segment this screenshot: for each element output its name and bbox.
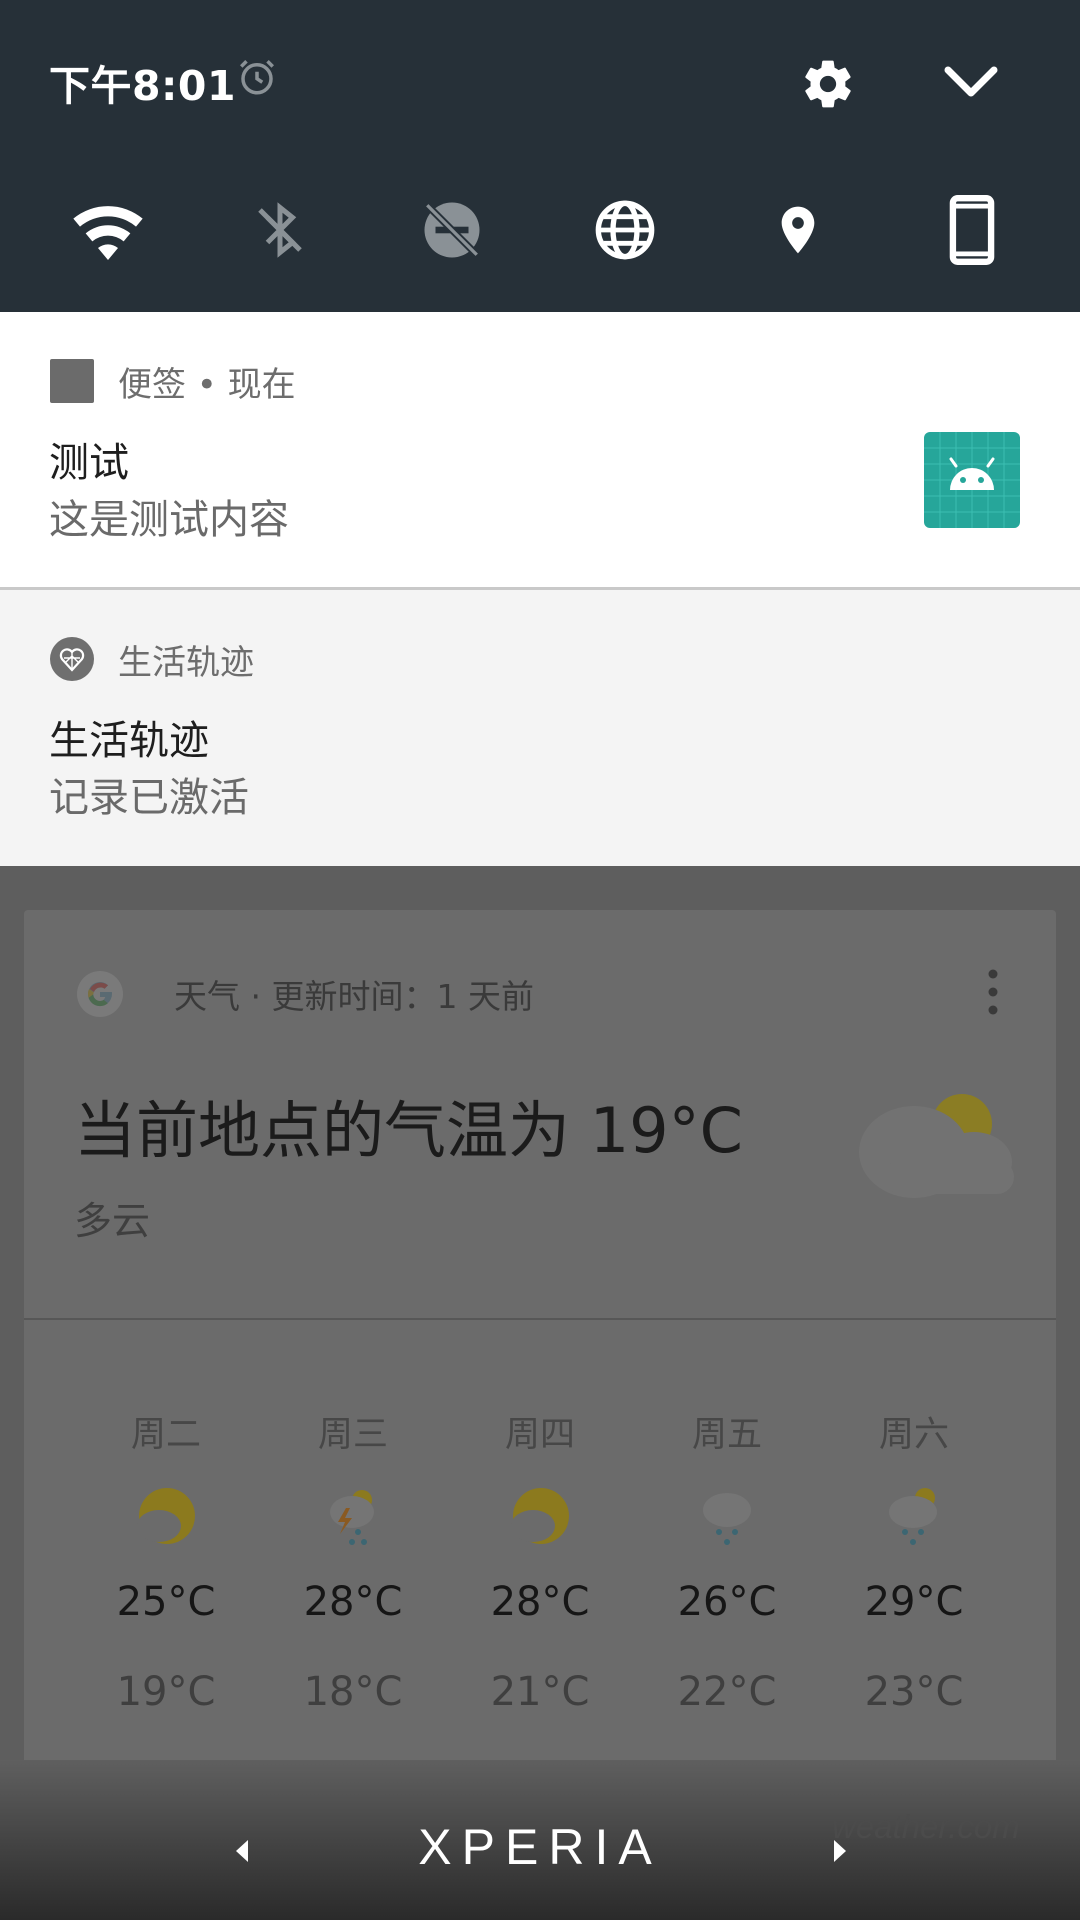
forecast-day-name: 周六 (878, 1415, 949, 1455)
weather-source: 天气 · 更新时间：1 天前 (174, 977, 534, 1016)
dnd-tile[interactable] (412, 190, 492, 270)
bluetooth-tile[interactable] (240, 190, 320, 270)
forecast-low: 22°C (677, 1669, 777, 1715)
quick-settings-panel: 下午8:01 (0, 0, 1080, 312)
partly-cloudy-icon (511, 1488, 569, 1544)
forecast-day: 周三 28°C 18°C (273, 1410, 433, 1722)
current-temperature: 当前地点的气温为 19°C (74, 1094, 743, 1167)
bluetooth-off-icon (258, 202, 302, 258)
location-icon (781, 206, 815, 254)
forecast-day: 周二 25°C 19°C (86, 1410, 246, 1722)
notification-title: 生活轨迹 (49, 718, 209, 764)
forecast-low: 19°C (116, 1669, 216, 1715)
rotation-portrait-icon (949, 195, 995, 265)
rotation-tile[interactable] (932, 190, 1012, 270)
data-tile[interactable] (585, 190, 665, 270)
forecast-day-name: 周四 (504, 1415, 575, 1455)
alarm-icon (240, 60, 274, 95)
forecast-high: 26°C (677, 1579, 777, 1625)
google-logo-icon (77, 971, 123, 1017)
forecast-low: 23°C (864, 1669, 964, 1715)
notification-memo[interactable]: 便签 • 现在 测试 这是测试内容 (0, 312, 1080, 588)
notification-life-track[interactable]: 生活轨迹 生活轨迹 记录已激活 (0, 590, 1080, 866)
forecast-day: 周五 26°C 22°C (647, 1410, 807, 1722)
notification-title: 测试 (49, 440, 129, 486)
android-icon (924, 432, 1020, 528)
notification-text: 记录已激活 (49, 775, 249, 821)
forecast-high: 25°C (116, 1579, 216, 1625)
forecast-high: 28°C (490, 1579, 590, 1625)
forecast-day-name: 周二 (130, 1415, 201, 1455)
memo-app-icon (50, 359, 94, 403)
thunder-rain-icon (330, 1490, 374, 1545)
sun-rain-icon (889, 1488, 937, 1545)
forecast-low: 18°C (303, 1669, 403, 1715)
globe-icon (595, 200, 655, 260)
partly-cloudy-icon (137, 1488, 195, 1544)
settings-gear-icon[interactable] (800, 56, 856, 112)
forecast-high: 29°C (864, 1579, 964, 1625)
forecast-day: 周六 29°C 23°C (834, 1410, 994, 1722)
android-thumbnail (924, 432, 1020, 528)
card-separator (24, 1318, 1056, 1320)
forecast-day-name: 周五 (691, 1415, 762, 1455)
status-time: 下午8:01 (49, 62, 236, 110)
current-condition: 多云 (74, 1199, 151, 1243)
wifi-tile[interactable] (68, 190, 148, 270)
notification-text: 这是测试内容 (49, 497, 289, 543)
forecast-day: 周四 28°C 21°C (460, 1410, 620, 1722)
heart-app-icon (50, 637, 94, 681)
weather-forecast: 周二 25°C 19°C 周三 28°C 18°C 周四 28°C 21°C 周… (0, 1410, 1080, 1740)
location-tile[interactable] (758, 190, 838, 270)
forecast-low: 21°C (490, 1669, 590, 1715)
partly-cloudy-icon (859, 1094, 1014, 1198)
notification-app-name: 便签 • 现在 (118, 364, 296, 405)
wifi-icon (68, 206, 143, 260)
forecast-day-name: 周三 (317, 1415, 388, 1455)
quick-settings-tiles (0, 190, 1080, 270)
notification-app-name: 生活轨迹 (118, 642, 254, 683)
do-not-disturb-off-icon (424, 202, 480, 258)
rain-icon (703, 1493, 751, 1545)
collapse-chevron-icon[interactable] (942, 60, 1000, 104)
forecast-high: 28°C (303, 1579, 403, 1625)
weather-com-brand: weather.com (832, 1808, 1020, 1845)
more-options-icon[interactable] (979, 962, 1007, 1022)
